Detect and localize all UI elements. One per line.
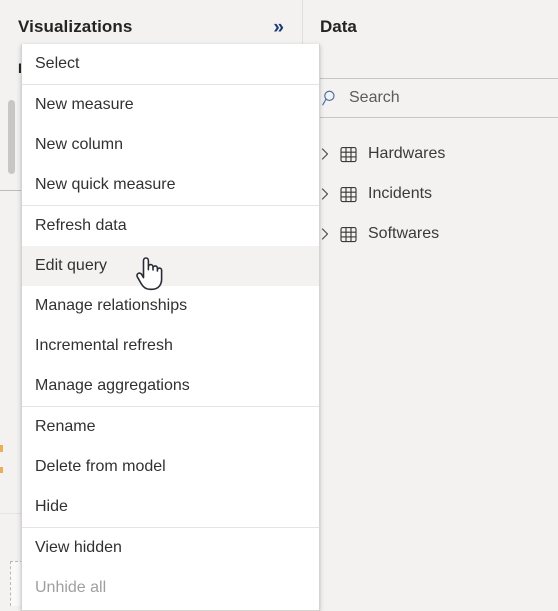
data-pane-header: Data — [304, 10, 558, 44]
data-field-tree: Hardwares Incidents Softwares — [304, 134, 558, 254]
menu-item-manage-relationships[interactable]: Manage relationships — [22, 286, 319, 326]
tree-item-label: Incidents — [368, 185, 433, 202]
menu-item-new-column[interactable]: New column — [22, 125, 319, 165]
visualizations-accent-mark — [0, 445, 3, 452]
page-title: Visualizations — [18, 17, 133, 36]
menu-item-new-quick-measure[interactable]: New quick measure — [22, 165, 319, 205]
search-placeholder: Search — [349, 89, 400, 106]
menu-item-rename[interactable]: Rename — [22, 407, 319, 447]
menu-item-manage-aggregations[interactable]: Manage aggregations — [22, 366, 319, 406]
tree-item-label: Softwares — [368, 225, 440, 242]
power-bi-report-panels: Visualizations » B Data Search — [0, 0, 558, 611]
menu-item-delete-from-model[interactable]: Delete from model — [22, 447, 319, 487]
tree-item-label: Hardwares — [368, 145, 446, 162]
tree-item-incidents[interactable]: Incidents — [304, 174, 558, 214]
menu-item-edit-query[interactable]: Edit query — [22, 246, 319, 286]
data-pane-title: Data — [320, 17, 357, 36]
menu-item-view-hidden[interactable]: View hidden — [22, 528, 319, 568]
tree-item-softwares[interactable]: Softwares — [304, 214, 558, 254]
menu-item-incremental-refresh[interactable]: Incremental refresh — [22, 326, 319, 366]
tree-item-hardwares[interactable]: Hardwares — [304, 134, 558, 174]
search-icon — [322, 90, 335, 106]
double-chevron-right-icon[interactable]: » — [273, 18, 288, 37]
table-context-menu: Select New measure New column New quick … — [21, 44, 320, 611]
table-icon — [340, 226, 357, 242]
search-input[interactable]: Search — [304, 78, 558, 118]
menu-item-select[interactable]: Select — [22, 44, 319, 84]
data-pane: Data Search Hardwares Incidents Software… — [304, 0, 558, 606]
visualizations-accent-mark — [0, 467, 3, 473]
menu-item-hide[interactable]: Hide — [22, 487, 319, 527]
menu-item-unhide-all: Unhide all — [22, 568, 319, 608]
menu-item-new-measure[interactable]: New measure — [22, 85, 319, 125]
table-icon — [340, 146, 357, 162]
table-icon — [340, 186, 357, 202]
visualizations-pane-header: Visualizations » — [0, 10, 302, 44]
visualizations-scrollbar-thumb[interactable] — [8, 100, 15, 174]
menu-item-refresh-data[interactable]: Refresh data — [22, 206, 319, 246]
